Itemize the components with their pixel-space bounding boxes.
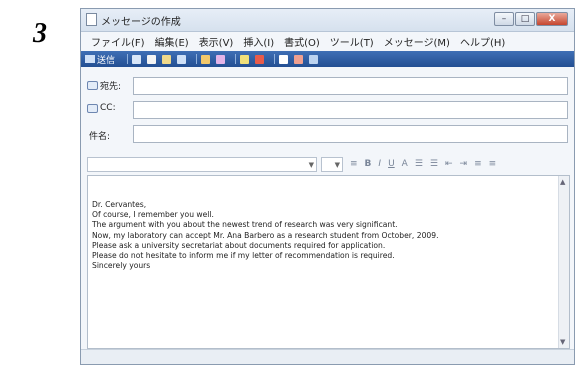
bullet-list-icon[interactable]: ☰ [430,159,438,169]
address-book-icon [87,103,98,113]
menu-format[interactable]: 書式(O) [284,34,320,49]
compose-window: メッセージの作成 – □ X ファイル(F) 編集(E) 表示(V) 挿入(I)… [80,8,575,365]
menu-help[interactable]: ヘルプ(H) [460,34,505,49]
message-line: Of course, I remember you well. [92,210,214,220]
chevron-down-icon: ▼ [308,160,314,169]
sign-icon[interactable] [279,54,289,64]
align-center-icon[interactable]: ≡ [489,159,497,169]
document-icon [86,13,97,26]
menu-message[interactable]: メッセージ(M) [384,34,450,49]
send-label: 送信 [97,55,116,66]
subject-label: 件名: [89,132,111,142]
menu-insert[interactable]: 挿入(I) [243,34,274,49]
toolbar: 送信 [81,51,574,67]
numbered-list-icon[interactable]: ☰ [415,159,423,169]
decrease-indent-icon[interactable]: ⇤ [445,159,453,169]
send-icon [85,55,95,63]
paragraph-style-icon[interactable]: ≡ [350,159,358,169]
italic-button[interactable]: I [378,159,381,169]
bold-button[interactable]: B [365,159,372,169]
subject-field[interactable] [133,125,568,143]
priority-icon[interactable] [255,54,265,64]
paste-icon[interactable] [162,54,172,64]
step-number: 3 [33,18,47,49]
copy-icon[interactable] [147,54,157,64]
message-line: Dr. Cervantes, [92,200,147,209]
window-title: メッセージの作成 [101,17,181,28]
title-bar: メッセージの作成 – □ X [81,9,574,32]
underline-button[interactable]: U [388,159,395,169]
scroll-down-icon[interactable]: ▼ [560,338,565,346]
message-line: Now, my laboratory can accept Mr. Ana Ba… [92,230,439,240]
minimize-button[interactable]: – [494,12,514,26]
maximize-button[interactable]: □ [515,12,535,26]
menu-tools[interactable]: ツール(T) [330,34,374,49]
toolbar-separator [196,54,198,64]
to-button[interactable]: 宛先: [87,79,121,92]
subject-row: 件名: [87,125,568,143]
increase-indent-icon[interactable]: ⇥ [460,159,468,169]
toolbar-separator [274,54,276,64]
to-field[interactable] [133,77,568,95]
cc-row: CC: [87,101,568,119]
message-line: The argument with you about the newest t… [92,220,398,230]
status-bar [81,349,574,364]
address-book-icon [87,81,98,90]
check-names-icon[interactable] [201,54,211,64]
toolbar-separator [235,54,237,64]
cc-label: CC: [100,103,116,113]
cc-field[interactable] [133,101,568,119]
offline-icon[interactable] [309,54,319,64]
menu-edit[interactable]: 編集(E) [155,34,189,49]
cut-icon[interactable] [132,54,142,64]
to-row: 宛先: [87,77,568,95]
chevron-down-icon: ▼ [334,160,340,169]
align-left-icon[interactable]: ≡ [474,159,482,169]
format-bar: ▼ ▼ ≡ B I U A ☰ ☰ ⇤ ⇥ ≡ ≡ [87,155,570,173]
send-button[interactable]: 送信 [85,53,115,66]
font-color-button[interactable]: A [402,159,408,169]
message-body[interactable]: Dr. Cervantes, Of course, I remember you… [87,175,570,349]
attach-icon[interactable] [240,54,250,64]
scroll-up-icon[interactable]: ▲ [560,178,565,186]
menu-view[interactable]: 表示(V) [199,34,234,49]
to-label: 宛先: [100,82,122,92]
message-line: Sincerely yours [92,261,151,271]
menu-bar: ファイル(F) 編集(E) 表示(V) 挿入(I) 書式(O) ツール(T) メ… [81,32,574,50]
menu-file[interactable]: ファイル(F) [91,34,145,49]
vertical-scrollbar[interactable]: ▲ ▼ [558,176,569,348]
cc-button[interactable]: CC: [87,103,116,113]
message-text: Dr. Cervantes, Of course, I remember you… [92,200,438,271]
toolbar-separator [127,54,129,64]
undo-icon[interactable] [177,54,187,64]
font-size-select[interactable]: ▼ [321,156,343,172]
encrypt-icon[interactable] [294,54,304,64]
close-button[interactable]: X [536,12,568,26]
message-line: Please ask a university secretariat abou… [92,240,386,250]
message-line: Please do not hesitate to inform me if m… [92,251,395,261]
window-controls: – □ X [493,12,568,26]
font-select[interactable]: ▼ [87,156,317,172]
spelling-icon[interactable] [216,54,226,64]
